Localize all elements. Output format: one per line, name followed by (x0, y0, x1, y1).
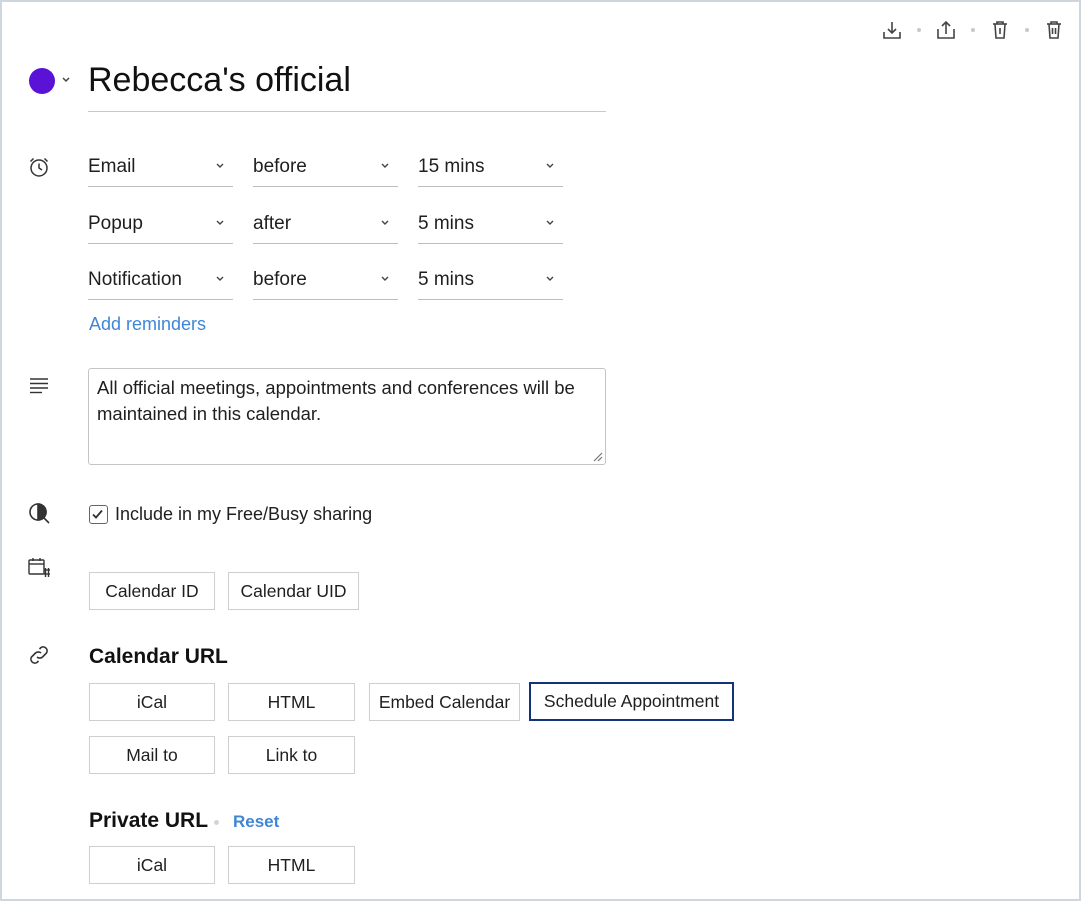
reminder-type-select[interactable]: Notification (88, 266, 233, 300)
free-busy-label: Include in my Free/Busy sharing (115, 504, 373, 524)
reminder-type-select[interactable]: Popup (88, 210, 233, 244)
toolbar (879, 16, 1067, 44)
ical-button[interactable]: iCal (89, 683, 215, 721)
embed-calendar-button[interactable]: Embed Calendar (369, 683, 520, 721)
description-text: All official meetings, appointments and … (97, 377, 575, 424)
calendar-color-swatch[interactable] (29, 68, 55, 94)
toolbar-separator (971, 28, 975, 32)
alarm-clock-icon (27, 155, 51, 179)
reset-link[interactable]: Reset (233, 811, 279, 833)
delete-icon[interactable] (1041, 16, 1067, 44)
reminder-duration-select[interactable]: 15 mins (418, 153, 563, 187)
unsubscribe-icon[interactable] (987, 16, 1013, 44)
resize-grip-icon[interactable] (591, 450, 603, 462)
free-busy-icon (27, 501, 51, 525)
reminder-when-select[interactable]: after (253, 210, 398, 244)
html-button[interactable]: HTML (228, 683, 355, 721)
chevron-down-icon (216, 276, 224, 281)
chevron-down-icon (381, 276, 389, 281)
calendar-url-heading: Calendar URL (89, 645, 228, 668)
add-reminders-link[interactable]: Add reminders (89, 314, 206, 335)
chevron-down-icon (546, 276, 554, 281)
free-busy-checkbox[interactable] (89, 505, 108, 524)
calendar-id-button[interactable]: Calendar ID (89, 572, 215, 610)
description-textarea[interactable]: All official meetings, appointments and … (88, 368, 606, 465)
chevron-down-icon (546, 220, 554, 225)
chevron-down-icon[interactable] (60, 71, 72, 87)
private-url-heading: Private URL (89, 809, 209, 832)
private-ical-button[interactable]: iCal (89, 846, 215, 884)
private-html-button[interactable]: HTML (228, 846, 355, 884)
share-icon[interactable] (933, 16, 959, 44)
calendar-uid-button[interactable]: Calendar UID (228, 572, 359, 610)
chevron-down-icon (546, 163, 554, 168)
chevron-down-icon (216, 220, 224, 225)
checkmark-icon (92, 509, 103, 519)
link-icon (27, 643, 51, 667)
chevron-down-icon (381, 220, 389, 225)
toolbar-separator (917, 28, 921, 32)
reminder-when-select[interactable]: before (253, 266, 398, 300)
reminder-duration-select[interactable]: 5 mins (418, 210, 563, 244)
separator-dot (214, 820, 219, 825)
calendar-name: Rebecca's official (88, 61, 351, 99)
calendar-id-icon (27, 556, 51, 580)
reminder-duration-select[interactable]: 5 mins (418, 266, 563, 300)
reminder-type-select[interactable]: Email (88, 153, 233, 187)
description-icon (27, 374, 51, 398)
download-icon[interactable] (879, 16, 905, 44)
mail-to-button[interactable]: Mail to (89, 736, 215, 774)
chevron-down-icon (381, 163, 389, 168)
schedule-appointment-button[interactable]: Schedule Appointment (529, 682, 734, 721)
link-to-button[interactable]: Link to (228, 736, 355, 774)
reminder-when-select[interactable]: before (253, 153, 398, 187)
chevron-down-icon (216, 163, 224, 168)
calendar-name-field[interactable]: Rebecca's official (88, 58, 606, 112)
toolbar-separator (1025, 28, 1029, 32)
